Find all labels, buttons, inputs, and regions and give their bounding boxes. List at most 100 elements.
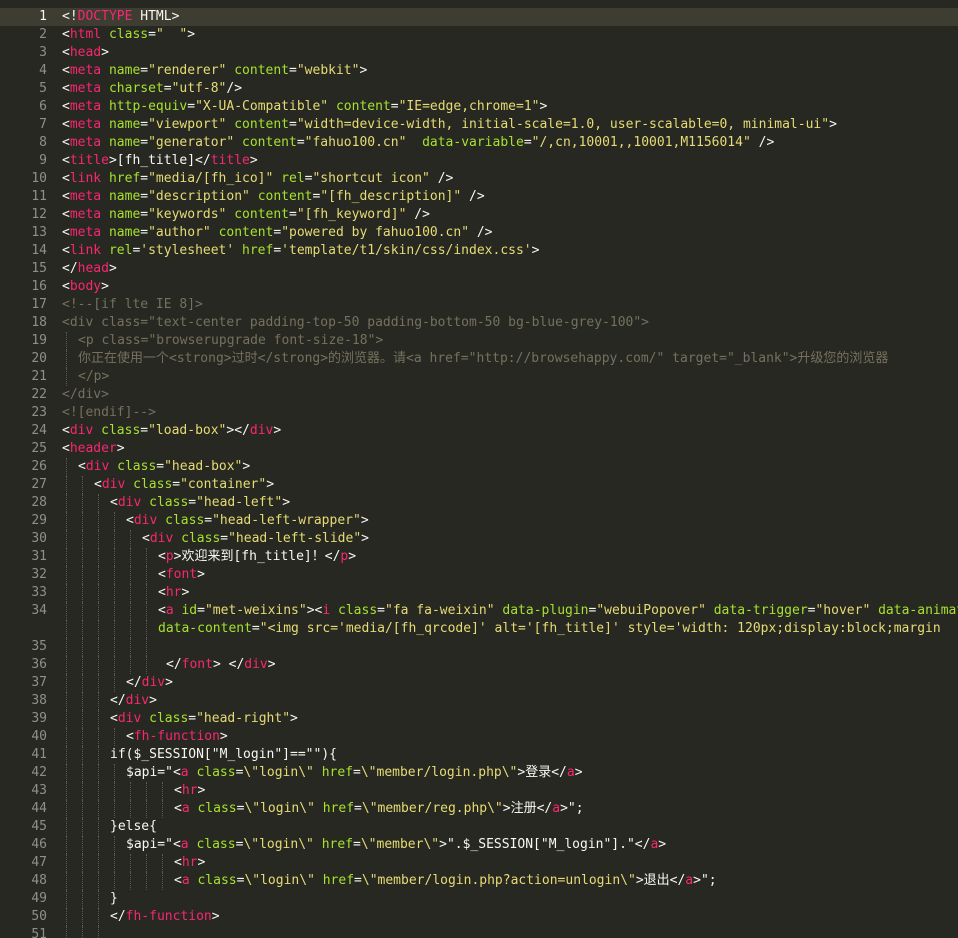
code-line[interactable]: 17 <!--[if lte IE 8]>	[0, 296, 958, 314]
code-line[interactable]: 42 $api="<a class=\"login\" href=\"member…	[0, 764, 958, 782]
code-text: <div class="head-left-slide">	[142, 530, 369, 548]
code-line[interactable]: 3 <head>	[0, 44, 958, 62]
code-line[interactable]: 13 <meta name="author" content="powered b…	[0, 224, 958, 242]
indent-guide	[146, 602, 147, 620]
code-line[interactable]: 36 </font> </div>	[0, 656, 958, 674]
indent-guide	[114, 638, 115, 656]
code-line[interactable]: 16 <body>	[0, 278, 958, 296]
code-line[interactable]: 30 <div class="head-left-slide">	[0, 530, 958, 548]
indent-guide	[130, 800, 131, 818]
code-token: >	[197, 567, 205, 582]
line-number	[0, 620, 47, 638]
code-line[interactable]: 10 <link href="media/[fh_ico]" rel="short…	[0, 170, 958, 188]
code-line[interactable]: 44 <a class=\"login\" href=\"member/reg.p…	[0, 800, 958, 818]
code-line[interactable]: 22 </div>	[0, 386, 958, 404]
code-token: />	[750, 135, 775, 150]
code-token: href	[322, 873, 355, 888]
indent-guide	[66, 368, 67, 386]
indent-guide	[98, 764, 99, 782]
code-token: "author"	[148, 225, 211, 240]
code-line[interactable]: 2 <html class=" ">	[0, 26, 958, 44]
indent-guide	[98, 890, 99, 908]
code-line[interactable]: 21 </p>	[0, 368, 958, 386]
code-line[interactable]: 28 <div class="head-left">	[0, 494, 958, 512]
code-text: <!DOCTYPE HTML>	[62, 8, 179, 26]
code-line[interactable]: 40 <fh-function>	[0, 728, 958, 746]
code-token: =	[187, 99, 196, 114]
code-token: content	[335, 99, 391, 114]
code-line[interactable]: 35	[0, 638, 958, 656]
indent-guide	[98, 638, 99, 656]
code-token: "fa fa-weixin"	[385, 603, 495, 618]
code-line[interactable]: 26 <div class="head-box">	[0, 458, 958, 476]
code-line[interactable]: 25 <header>	[0, 440, 958, 458]
indent-guide	[114, 872, 115, 890]
indent-guide	[98, 674, 99, 692]
code-token: content	[242, 135, 297, 150]
code-line[interactable]: 32 <font>	[0, 566, 958, 584]
code-token: \"member/reg.php\"	[361, 801, 503, 816]
code-text: <fh-function>	[126, 728, 228, 746]
code-line[interactable]: 14 <link rel='stylesheet' href='template/…	[0, 242, 958, 260]
line-number: 5	[39, 81, 47, 96]
code-token: >	[266, 477, 275, 492]
indent-guide	[114, 656, 115, 674]
code-line[interactable]: 45}else{	[0, 818, 958, 836]
line-number: 33	[31, 585, 47, 600]
code-line[interactable]: 29 <div class="head-left-wrapper">	[0, 512, 958, 530]
code-line[interactable]: 39 <div class="head-right">	[0, 710, 958, 728]
code-line[interactable]: 15 </head>	[0, 260, 958, 278]
code-token: font	[181, 657, 213, 672]
code-token: div	[149, 531, 174, 546]
code-line[interactable]: 47 <hr>	[0, 854, 958, 872]
code-line[interactable]: 51	[0, 926, 958, 938]
code-line[interactable]: 1 <!DOCTYPE HTML>	[0, 8, 958, 26]
code-line[interactable]: 9 <title>[fh_title]</title>	[0, 152, 958, 170]
code-text: if($_SESSION["M_login"]==""){	[110, 746, 337, 764]
code-line[interactable]: 20 你正在使用一个<strong>过时</strong>的浏览器。请<a hre…	[0, 350, 958, 368]
code-line[interactable]: 48 <a class=\"login\" href=\"member/login…	[0, 872, 958, 890]
code-token: "[fh_keyword]"	[296, 207, 407, 222]
code-line[interactable]: 12 <meta name="keywords" content="[fh_key…	[0, 206, 958, 224]
code-line[interactable]: 37 </div>	[0, 674, 958, 692]
code-token: fh-function	[133, 729, 220, 744]
code-token: >	[211, 909, 220, 924]
code-line[interactable]: 33 <hr>	[0, 584, 958, 602]
indent-guide	[114, 674, 115, 692]
code-line[interactable]: 5 <meta charset="utf-8"/>	[0, 80, 958, 98]
code-line[interactable]: 11 <meta name="description" content="[fh_…	[0, 188, 958, 206]
code-token: =	[354, 873, 362, 888]
code-line[interactable]: 31 <p>欢迎来到[fh_title]！</p>	[0, 548, 958, 566]
code-token: content	[257, 189, 313, 204]
code-line[interactable]: 41 if($_SESSION["M_login"]==""){	[0, 746, 958, 764]
code-line[interactable]: 49}	[0, 890, 958, 908]
code-line[interactable]: 6 <meta http-equiv="X-UA-Compatible" cont…	[0, 98, 958, 116]
code-line[interactable]: 7 <meta name="viewport" content="width=de…	[0, 116, 958, 134]
code-line[interactable]: 43 <hr>	[0, 782, 958, 800]
code-token: >	[149, 693, 157, 708]
code-line[interactable]: 19 <p class="browserupgrade font-size-18"…	[0, 332, 958, 350]
code-line[interactable]: 50 </fh-function>	[0, 908, 958, 926]
indent-guide	[114, 836, 115, 854]
code-line[interactable]: 4 <meta name="renderer" content="webkit">	[0, 62, 958, 80]
code-token: =	[188, 711, 197, 726]
code-line[interactable]: 34 <a id="met-weixins"><i class="fa fa-we…	[0, 602, 958, 620]
code-line[interactable]: 8 <meta name="generator" content="fahuo10…	[0, 134, 958, 152]
code-token: <	[62, 81, 70, 96]
code-line[interactable]: 18 <div class="text-center padding-top-50…	[0, 314, 958, 332]
line-number: 6	[39, 99, 47, 114]
indent-guide	[146, 782, 147, 800]
code-line[interactable]: 27 <div class="container">	[0, 476, 958, 494]
code-line[interactable]: 24 <div class="load-box"></div>	[0, 422, 958, 440]
code-line[interactable]: 23 <![endif]-->	[0, 404, 958, 422]
code-editor[interactable]: 1 <!DOCTYPE HTML> 2 <html class=" "> 3 <head>…	[0, 0, 958, 938]
code-token: content	[234, 207, 290, 222]
code-line[interactable]: 38 </div>	[0, 692, 958, 710]
code-line[interactable]: data-content="<img src='media/[fh_qrcode…	[0, 620, 958, 638]
code-line[interactable]: 46 $api="<a class=\"login\" href=\"member…	[0, 836, 958, 854]
code-token: =	[390, 99, 399, 114]
code-token: <	[62, 135, 70, 150]
